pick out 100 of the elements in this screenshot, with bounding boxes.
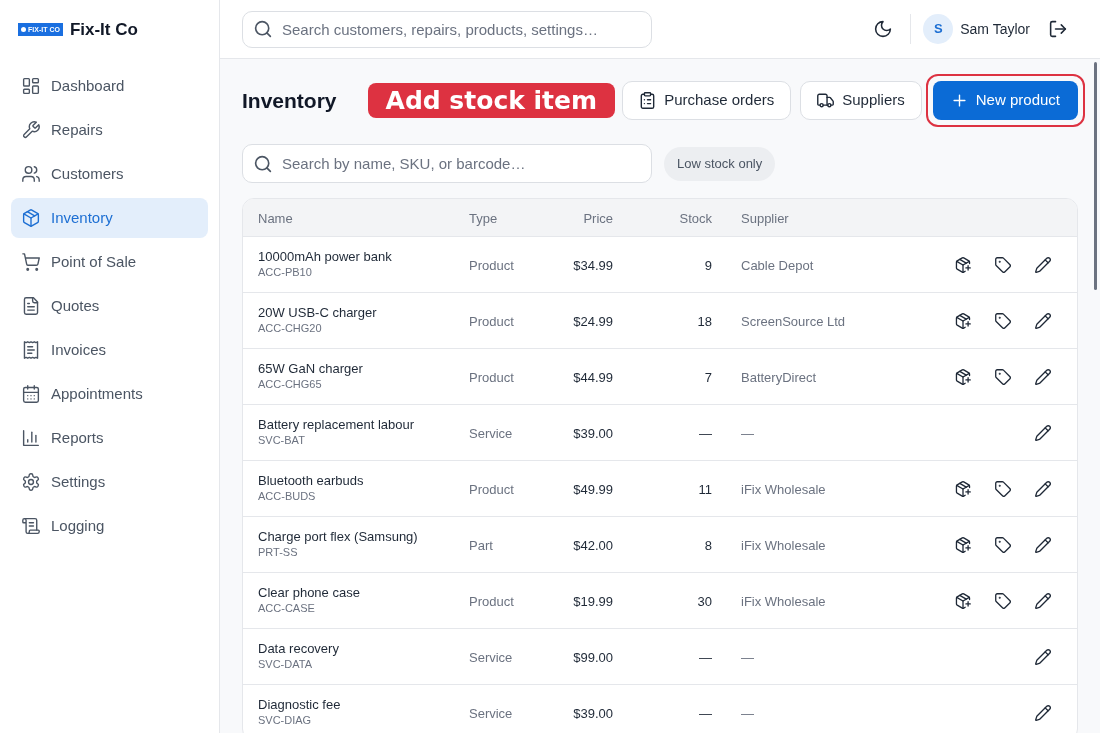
sku-text: ACC-CHG65	[258, 377, 323, 392]
table-cell: $42.00	[573, 537, 613, 553]
product-name: 65W GaN charger	[258, 361, 364, 377]
table-cell: $44.99	[573, 369, 613, 385]
column-header[interactable]: Stock	[679, 210, 712, 226]
table-cell: Cable Depot	[741, 257, 814, 273]
sidebar-item[interactable]: Inventory	[11, 198, 208, 238]
table-cell: $49.99	[573, 481, 613, 497]
column-header[interactable]: Price	[583, 210, 613, 226]
table-cell: —	[741, 649, 754, 665]
search-field[interactable]: Search customers, repairs, products, settings…	[242, 10, 652, 48]
table-cell: $34.99	[573, 257, 613, 273]
moon-icon[interactable]	[874, 20, 893, 38]
pencil-icon[interactable]	[1035, 648, 1051, 665]
tag-icon[interactable]	[995, 536, 1011, 553]
sidebar-item[interactable]: Settings	[11, 462, 208, 502]
table-cell: —	[741, 705, 754, 721]
pencil-icon[interactable]	[1035, 704, 1051, 721]
column-header[interactable]: Supplier	[741, 210, 789, 226]
toolbar-button[interactable]: Purchase orders	[622, 81, 792, 120]
table-cell: 8	[704, 537, 712, 553]
tag-icon[interactable]	[995, 256, 1011, 273]
scrollbar-thumb[interactable]	[1094, 62, 1097, 290]
sku-text: ACC-CHG20	[258, 321, 323, 336]
box-plus-icon[interactable]	[955, 480, 971, 497]
product-name: Bluetooth earbuds	[258, 473, 365, 489]
table-cell: 18	[697, 313, 712, 329]
tag-icon[interactable]	[995, 312, 1011, 329]
table-cell: Service	[469, 649, 513, 665]
sku-text: SVC-DIAG	[258, 713, 313, 728]
filter-chip[interactable]: Low stock only	[664, 146, 776, 181]
sidebar-item[interactable]: Customers	[11, 154, 208, 194]
pencil-icon[interactable]	[1035, 480, 1051, 497]
table-cell: Service	[469, 705, 513, 721]
table-cell: —	[699, 705, 712, 721]
table-cell: BatteryDirect	[741, 369, 817, 385]
product-name: 20W USB-C charger	[258, 305, 378, 321]
page-title: Inventory	[242, 87, 337, 114]
settings-icon	[22, 473, 40, 491]
product-name: Data recovery	[258, 641, 340, 657]
table-cell: —	[699, 425, 712, 441]
sidebar-item[interactable]: Invoices	[11, 330, 208, 370]
sku-text: SVC-BAT	[258, 433, 306, 448]
product-name: 10000mAh power bank	[258, 249, 393, 265]
sidebar-item[interactable]: Appointments	[11, 374, 208, 414]
box-icon	[22, 209, 40, 227]
box-plus-icon[interactable]	[955, 312, 971, 329]
table-cell: $99.00	[573, 649, 613, 665]
table-cell: Service	[469, 425, 513, 441]
cart-icon	[22, 253, 40, 271]
toolbar-button[interactable]: Suppliers	[800, 81, 922, 120]
pencil-icon[interactable]	[1035, 256, 1051, 273]
search-field[interactable]: Search by name, SKU, or barcode…	[242, 144, 652, 183]
calendar-icon	[22, 385, 40, 403]
table-cell: $19.99	[573, 593, 613, 609]
sidebar-item[interactable]: Point of Sale	[11, 242, 208, 282]
truck-icon	[817, 92, 835, 109]
sidebar-item[interactable]: Reports	[11, 418, 208, 458]
pencil-icon[interactable]	[1035, 312, 1051, 329]
user-avatar: S	[923, 14, 954, 44]
pencil-icon[interactable]	[1035, 592, 1051, 609]
box-plus-icon[interactable]	[955, 256, 971, 273]
table-cell: ScreenSource Ltd	[741, 313, 846, 329]
table-cell: Product	[469, 593, 514, 609]
callout-label: Add stock item	[367, 83, 616, 118]
users-icon	[22, 165, 40, 183]
column-header[interactable]: Name	[258, 210, 293, 226]
table-cell: $24.99	[573, 313, 613, 329]
column-header[interactable]: Type	[469, 210, 498, 226]
box-plus-icon[interactable]	[955, 592, 971, 609]
grid-icon	[22, 77, 40, 95]
pencil-icon[interactable]	[1035, 368, 1051, 385]
box-plus-icon[interactable]	[955, 536, 971, 553]
tag-icon[interactable]	[995, 368, 1011, 385]
logout-icon[interactable]	[1049, 20, 1067, 38]
sku-text: ACC-BUDS	[258, 489, 317, 504]
search-icon	[254, 154, 272, 173]
product-name: Clear phone case	[258, 585, 361, 601]
sidebar-item[interactable]: Logging	[11, 506, 208, 546]
box-plus-icon[interactable]	[955, 368, 971, 385]
clipboard-icon	[639, 92, 657, 109]
table-cell: Part	[469, 537, 493, 553]
sku-text: SVC-DATA	[258, 657, 313, 672]
pencil-icon[interactable]	[1035, 536, 1051, 553]
search-icon	[254, 20, 272, 38]
product-name: Diagnostic fee	[258, 697, 342, 713]
table-cell: iFix Wholesale	[741, 593, 826, 609]
sidebar-item[interactable]: Repairs	[11, 110, 208, 150]
tag-icon[interactable]	[995, 480, 1011, 497]
pencil-icon[interactable]	[1035, 424, 1051, 441]
primary-button[interactable]: New product	[932, 81, 1078, 120]
sidebar-item[interactable]: Quotes	[11, 286, 208, 326]
user-name: Sam Taylor	[960, 19, 1030, 39]
sidebar-item[interactable]: Dashboard	[11, 66, 208, 106]
document-icon	[22, 297, 40, 315]
table-cell: $39.00	[573, 425, 613, 441]
tag-icon[interactable]	[995, 592, 1011, 609]
table-cell: Product	[469, 481, 514, 497]
table-cell: 30	[697, 593, 712, 609]
sku-text: ACC-CASE	[258, 601, 316, 616]
